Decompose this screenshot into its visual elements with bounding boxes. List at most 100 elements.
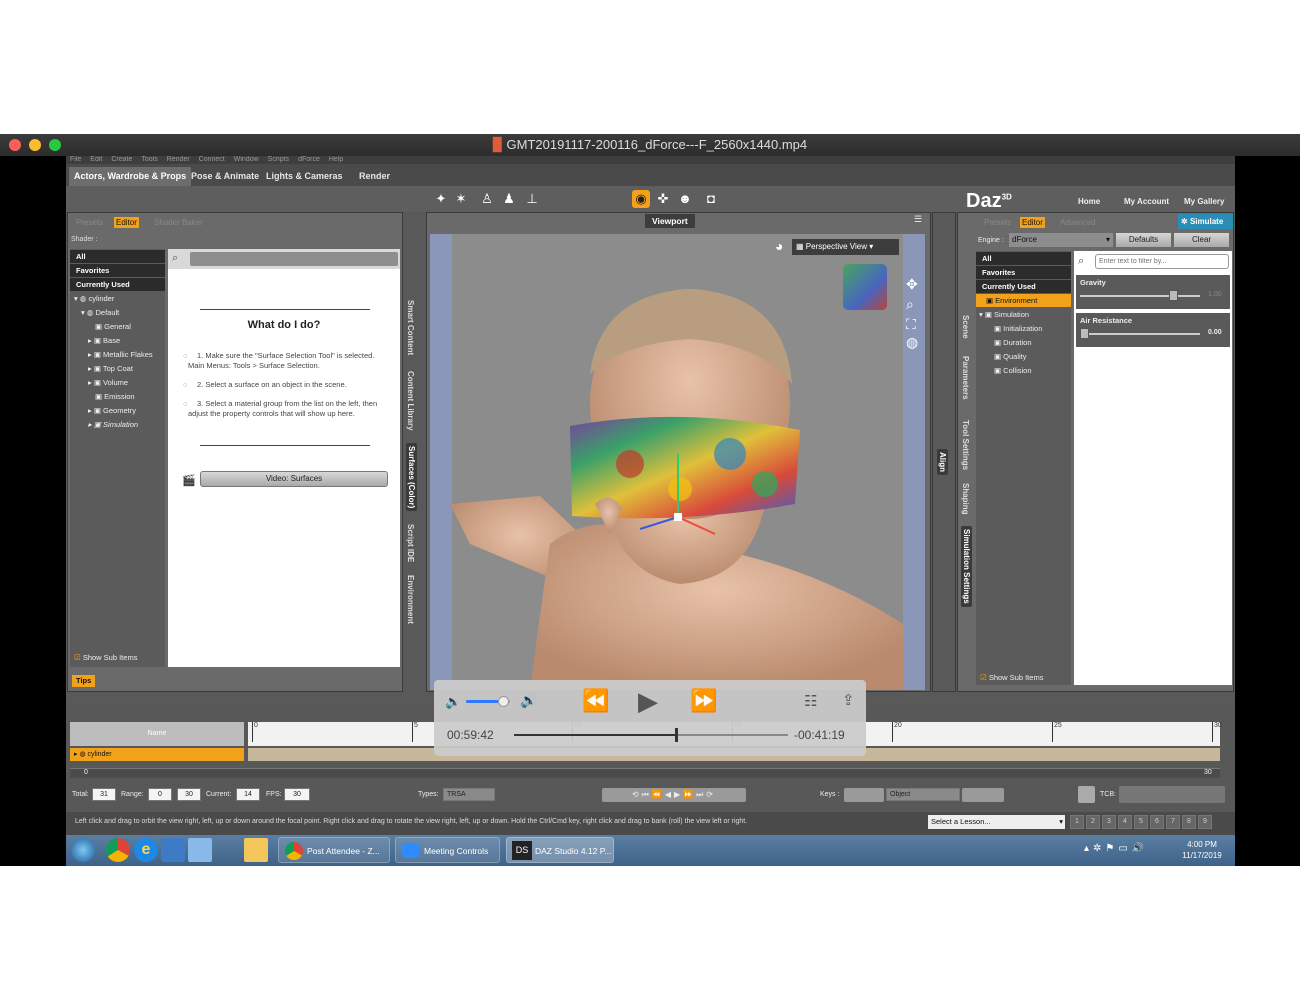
side-tab-content-library[interactable]: Content Library bbox=[406, 371, 415, 431]
fast-forward-icon[interactable]: ⏩ bbox=[690, 688, 717, 714]
lesson-page-button[interactable]: 9 bbox=[1198, 815, 1212, 829]
taskbar-post-attendee[interactable]: Post Attendee - Z... bbox=[278, 837, 390, 863]
tab-presets-left[interactable]: Presets bbox=[74, 217, 105, 228]
nav-my-gallery[interactable]: My Gallery bbox=[1184, 197, 1224, 206]
tree-item-default[interactable]: ▾ ◍ Default bbox=[70, 306, 165, 319]
play-icon[interactable]: ▶ bbox=[638, 686, 658, 717]
tree-item-general[interactable]: ▣ General bbox=[70, 320, 165, 333]
keys-buttons[interactable] bbox=[844, 788, 884, 802]
share-icon[interactable]: ⇪ bbox=[842, 691, 855, 709]
types-select[interactable]: TRSA bbox=[443, 788, 495, 801]
lesson-page-button[interactable]: 1 bbox=[1070, 815, 1084, 829]
slider-track[interactable] bbox=[1080, 295, 1200, 297]
ie-icon[interactable]: e bbox=[134, 838, 158, 862]
category-favorites[interactable]: Favorites bbox=[70, 264, 165, 277]
gizmo-center[interactable] bbox=[674, 513, 682, 521]
reset-view-icon[interactable]: ◍ bbox=[906, 334, 918, 351]
view-cube-icon[interactable] bbox=[843, 264, 887, 310]
property-value[interactable]: 0.00 bbox=[1208, 329, 1222, 336]
tree-item-environment[interactable]: ▣ Environment bbox=[976, 294, 1071, 307]
side-tab-parameters[interactable]: Parameters bbox=[961, 356, 970, 400]
menu-help[interactable]: Help bbox=[329, 156, 343, 163]
zoom-icon[interactable]: ⌕ bbox=[906, 296, 914, 313]
display-style-icon[interactable]: ◕ bbox=[775, 238, 783, 254]
side-tab-smart-content[interactable]: Smart Content bbox=[406, 300, 415, 355]
surface-selection-icon[interactable]: ◉ bbox=[632, 190, 650, 208]
total-field[interactable]: 31 bbox=[92, 788, 116, 801]
tree-item-cylinder[interactable]: ▾ ◍ cylinder bbox=[70, 292, 165, 305]
nav-home[interactable]: Home bbox=[1078, 197, 1100, 206]
tree-item-top-coat[interactable]: ▸ ▣ Top Coat bbox=[70, 362, 165, 375]
menu-render[interactable]: Render bbox=[167, 156, 190, 163]
pan-icon[interactable]: ✥ bbox=[906, 276, 918, 293]
lesson-page-button[interactable]: 2 bbox=[1086, 815, 1100, 829]
volume-knob[interactable] bbox=[498, 696, 510, 707]
tab-editor-right[interactable]: Editor bbox=[1020, 217, 1045, 228]
lesson-page-button[interactable]: 7 bbox=[1166, 815, 1180, 829]
tree-item-initialization[interactable]: ▣ Initialization bbox=[976, 322, 1071, 335]
slider-thumb[interactable] bbox=[1080, 328, 1089, 339]
keys-select[interactable]: Object bbox=[886, 788, 960, 801]
tree-item-base[interactable]: ▸ ▣ Base bbox=[70, 334, 165, 347]
chapters-icon[interactable]: ☷ bbox=[804, 692, 817, 710]
side-tab-tool-settings[interactable]: Tool Settings bbox=[961, 420, 970, 470]
range-end-field[interactable]: 30 bbox=[177, 788, 201, 801]
rewind-icon[interactable]: ⏪ bbox=[582, 688, 609, 714]
tcb-fields[interactable] bbox=[1119, 786, 1225, 803]
tree-item-sim[interactable]: ▾ ▣ Simulation bbox=[976, 308, 1071, 321]
viewport-tab[interactable]: Viewport bbox=[645, 214, 695, 228]
menu-file[interactable]: File bbox=[70, 156, 81, 163]
tab-editor-left[interactable]: Editor bbox=[114, 217, 139, 228]
menu-create[interactable]: Create bbox=[111, 156, 132, 163]
tree-item-emission[interactable]: ▣ Emission bbox=[70, 390, 165, 403]
curve-icon[interactable] bbox=[1078, 786, 1095, 803]
tree-item-simulation[interactable]: ▸ ▣ Simulation bbox=[70, 418, 165, 431]
scrubber-knob[interactable] bbox=[674, 728, 678, 742]
tree-item-volume[interactable]: ▸ ▣ Volume bbox=[70, 376, 165, 389]
tree-item-quality[interactable]: ▣ Quality bbox=[976, 350, 1071, 363]
spot-render-icon[interactable]: ✶ bbox=[452, 190, 470, 208]
property-value[interactable]: 1.00 bbox=[1208, 291, 1222, 298]
playback-controls[interactable]: ⟲⏮⏪◀▶⏩⏭⟳ bbox=[602, 788, 746, 802]
track-cylinder[interactable]: ▸ ◍ cylinder bbox=[70, 748, 244, 761]
joint-editor-icon[interactable]: ⊥ bbox=[523, 190, 541, 208]
menu-tools[interactable]: Tools bbox=[141, 156, 157, 163]
tree-item-metallic-flakes[interactable]: ▸ ▣ Metallic Flakes bbox=[70, 348, 165, 361]
show-sub-items-right[interactable]: ☑ Show Sub Items bbox=[976, 671, 1071, 684]
view-select[interactable]: ▦ Perspective View ▾ bbox=[792, 239, 899, 255]
taskbar-meeting-controls[interactable]: Meeting Controls bbox=[395, 837, 500, 863]
slider-thumb[interactable] bbox=[1169, 290, 1179, 301]
tab-shader-baker[interactable]: Shader Baker bbox=[152, 217, 205, 228]
clock[interactable]: 4:00 PM 11/17/2019 bbox=[1176, 839, 1228, 861]
side-tab-environment[interactable]: Environment bbox=[406, 575, 415, 624]
lesson-page-button[interactable]: 4 bbox=[1118, 815, 1132, 829]
filter-input-right[interactable] bbox=[1095, 254, 1229, 269]
defaults-button[interactable]: Defaults bbox=[1116, 233, 1171, 247]
tab-pose-animate[interactable]: Pose & Animate bbox=[186, 167, 264, 186]
tab-lights-cameras[interactable]: Lights & Cameras bbox=[261, 167, 348, 186]
tab-actors-wardrobe-props[interactable]: Actors, Wardrobe & Props bbox=[69, 167, 192, 186]
menu-dforce[interactable]: dForce bbox=[298, 156, 320, 163]
side-tab-scene[interactable]: Scene bbox=[961, 315, 970, 339]
volume-slider[interactable] bbox=[466, 696, 510, 707]
taskbar-daz-studio[interactable]: DS DAZ Studio 4.12 P... bbox=[506, 837, 614, 863]
category-all[interactable]: All bbox=[70, 250, 165, 263]
tree-item-duration[interactable]: ▣ Duration bbox=[976, 336, 1071, 349]
current-field[interactable]: 14 bbox=[236, 788, 260, 801]
scrubber[interactable] bbox=[514, 728, 788, 742]
tab-render[interactable]: Render bbox=[354, 167, 395, 186]
translate-tool-icon[interactable]: ♟ bbox=[500, 190, 518, 208]
menu-edit[interactable]: Edit bbox=[90, 156, 102, 163]
frame-icon[interactable]: ⛶ bbox=[906, 316, 916, 333]
start-icon[interactable] bbox=[71, 838, 95, 862]
desktop-icon[interactable] bbox=[188, 838, 212, 862]
tree-item-collision[interactable]: ▣ Collision bbox=[976, 364, 1071, 377]
range-bar[interactable]: 0 30 bbox=[70, 768, 1220, 778]
camera-icon[interactable]: ◘ bbox=[702, 190, 720, 208]
category-currently-used[interactable]: Currently Used bbox=[70, 278, 165, 291]
chrome-icon[interactable] bbox=[106, 838, 130, 862]
lesson-page-button[interactable]: 8 bbox=[1182, 815, 1196, 829]
store-icon[interactable] bbox=[161, 838, 185, 862]
pane-menu-icon[interactable]: ☰ bbox=[914, 214, 922, 225]
side-tab-shaping[interactable]: Shaping bbox=[961, 483, 970, 515]
